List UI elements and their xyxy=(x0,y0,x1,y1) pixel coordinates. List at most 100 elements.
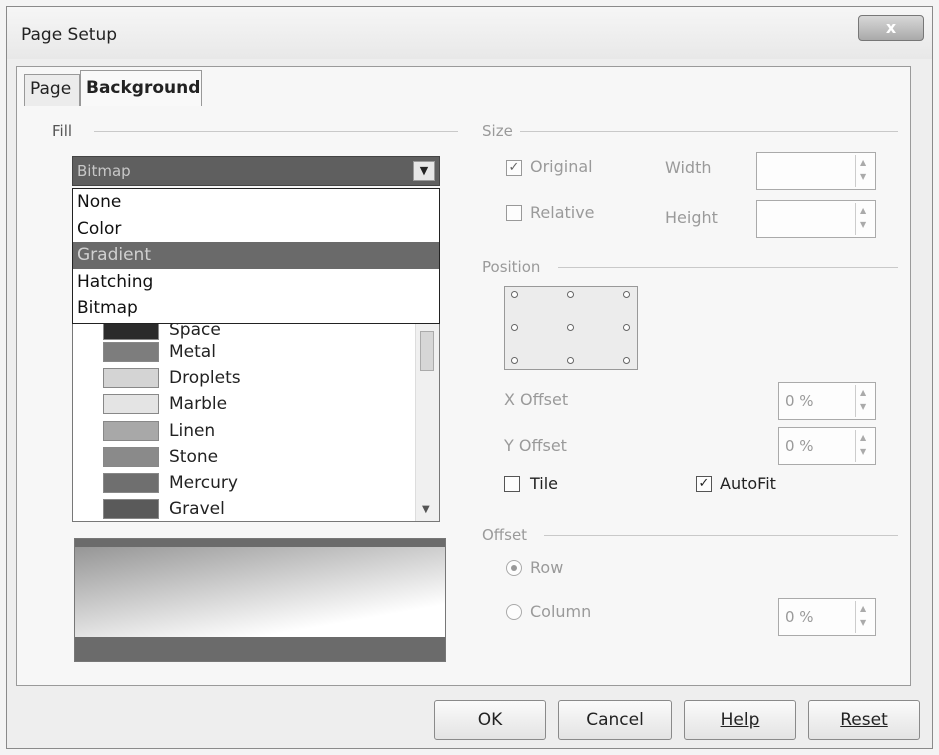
relative-label: Relative xyxy=(530,203,595,222)
position-selector[interactable] xyxy=(504,286,638,370)
offset-value-field[interactable]: 0 % ▲ ▼ xyxy=(778,598,876,636)
help-button[interactable]: Help xyxy=(684,700,796,740)
list-item[interactable]: Metal xyxy=(103,339,403,365)
y-offset-field[interactable]: 0 % ▲ ▼ xyxy=(778,427,876,465)
dialog-title: Page Setup xyxy=(21,25,118,45)
column-radio[interactable] xyxy=(506,604,522,620)
gravel-swatch xyxy=(103,499,159,519)
position-dot[interactable] xyxy=(623,291,630,298)
bitmap-list[interactable]: Space Metal Droplets Marble Linen Stone … xyxy=(72,316,440,522)
fill-option-color[interactable]: Color xyxy=(73,216,439,243)
position-dot[interactable] xyxy=(511,291,518,298)
autofit-checkbox[interactable]: ✓ xyxy=(696,476,712,492)
position-dot[interactable] xyxy=(623,357,630,364)
tab-background[interactable]: Background xyxy=(80,70,202,106)
y-offset-label: Y Offset xyxy=(504,436,567,455)
bitmap-label: Mercury xyxy=(169,473,238,493)
bitmap-label: Marble xyxy=(169,394,228,414)
bitmap-list-scrollbar[interactable]: ▼ xyxy=(415,317,439,521)
position-group-label: Position xyxy=(482,258,547,276)
x-offset-stepper[interactable]: ▲ ▼ xyxy=(855,385,873,417)
reset-button[interactable]: Reset xyxy=(808,700,920,740)
fill-type-select[interactable]: Bitmap ▼ xyxy=(72,156,440,186)
autofit-label: AutoFit xyxy=(720,474,776,493)
fill-option-bitmap[interactable]: Bitmap xyxy=(73,295,439,322)
chevron-down-icon[interactable]: ▼ xyxy=(413,161,435,181)
chevron-up-icon[interactable]: ▲ xyxy=(860,388,866,397)
list-item[interactable]: Gravel xyxy=(103,496,403,521)
offset-stepper[interactable]: ▲ ▼ xyxy=(855,601,873,633)
bitmap-label: Droplets xyxy=(169,368,241,388)
bitmap-label: Gravel xyxy=(169,499,225,519)
linen-swatch xyxy=(103,421,159,441)
stone-swatch xyxy=(103,447,159,467)
bitmap-label: Linen xyxy=(169,421,216,441)
position-dot[interactable] xyxy=(567,324,574,331)
offset-group-label: Offset xyxy=(482,526,534,544)
bitmap-label: Stone xyxy=(169,447,219,467)
chevron-up-icon[interactable]: ▲ xyxy=(860,206,866,215)
chevron-down-icon[interactable]: ▼ xyxy=(860,447,866,456)
marble-swatch xyxy=(103,394,159,414)
relative-checkbox[interactable] xyxy=(506,205,522,221)
position-dot[interactable] xyxy=(511,357,518,364)
position-dot[interactable] xyxy=(511,324,518,331)
scroll-down-icon[interactable]: ▼ xyxy=(422,504,430,515)
fill-group-line xyxy=(94,131,458,132)
fill-option-hatching[interactable]: Hatching xyxy=(73,269,439,296)
position-dot[interactable] xyxy=(567,291,574,298)
close-button[interactable]: x xyxy=(858,15,924,41)
list-item[interactable]: Stone xyxy=(103,444,403,470)
fill-type-dropdown[interactable]: None Color Gradient Hatching Bitmap xyxy=(72,188,440,324)
chevron-down-icon[interactable]: ▼ xyxy=(860,220,866,229)
preview-bottom-band xyxy=(75,637,445,661)
width-stepper[interactable]: ▲ ▼ xyxy=(855,155,873,187)
mercury-swatch xyxy=(103,473,159,493)
cancel-button[interactable]: Cancel xyxy=(558,700,672,740)
tile-checkbox[interactable] xyxy=(504,476,520,492)
original-checkbox[interactable]: ✓ xyxy=(506,160,522,176)
fill-option-none[interactable]: None xyxy=(73,189,439,216)
preview-top-band xyxy=(75,539,445,547)
chevron-up-icon[interactable]: ▲ xyxy=(860,604,866,613)
metal-swatch xyxy=(103,342,159,362)
position-dot[interactable] xyxy=(567,357,574,364)
fill-preview xyxy=(74,538,446,662)
width-label: Width xyxy=(665,158,712,177)
chevron-up-icon[interactable]: ▲ xyxy=(860,433,866,442)
chevron-down-icon[interactable]: ▼ xyxy=(860,402,866,411)
list-item[interactable]: Linen xyxy=(103,418,403,444)
x-offset-label: X Offset xyxy=(504,390,569,409)
x-offset-value: 0 % xyxy=(785,392,814,410)
list-item[interactable]: Droplets xyxy=(103,365,403,391)
width-field[interactable]: ▲ ▼ xyxy=(756,152,876,190)
chevron-down-icon[interactable]: ▼ xyxy=(860,172,866,181)
height-label: Height xyxy=(665,208,718,227)
original-label: Original xyxy=(530,157,593,176)
chevron-up-icon[interactable]: ▲ xyxy=(860,158,866,167)
row-radio[interactable] xyxy=(506,560,522,576)
scrollbar-thumb[interactable] xyxy=(420,331,434,371)
column-label: Column xyxy=(530,602,592,621)
chevron-down-icon[interactable]: ▼ xyxy=(860,618,866,627)
offset-group-line xyxy=(544,535,898,536)
y-offset-stepper[interactable]: ▲ ▼ xyxy=(855,430,873,462)
size-group-line xyxy=(520,131,898,132)
bitmap-label: Metal xyxy=(169,342,216,362)
size-group-label: Size xyxy=(482,122,519,140)
y-offset-value: 0 % xyxy=(785,437,814,455)
offset-value: 0 % xyxy=(785,608,814,626)
height-field[interactable]: ▲ ▼ xyxy=(756,200,876,238)
fill-option-gradient[interactable]: Gradient xyxy=(73,242,439,269)
list-item[interactable]: Mercury xyxy=(103,470,403,496)
fill-group-label: Fill xyxy=(52,122,79,140)
ok-button[interactable]: OK xyxy=(434,700,546,740)
list-item[interactable]: Marble xyxy=(103,391,403,417)
position-dot[interactable] xyxy=(623,324,630,331)
title-bar: Page Setup x xyxy=(7,7,932,59)
tile-label: Tile xyxy=(530,474,559,493)
tab-page[interactable]: Page xyxy=(24,74,80,106)
x-offset-field[interactable]: 0 % ▲ ▼ xyxy=(778,382,876,420)
row-label: Row xyxy=(530,558,564,577)
height-stepper[interactable]: ▲ ▼ xyxy=(855,203,873,235)
